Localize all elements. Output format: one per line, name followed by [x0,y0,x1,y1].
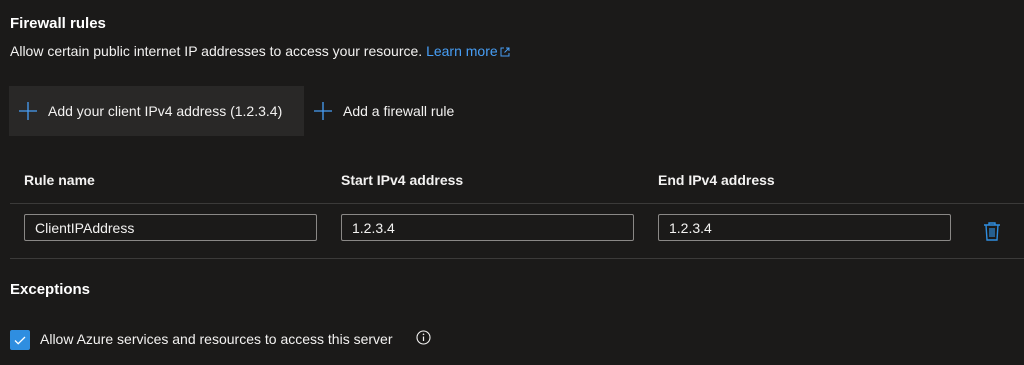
firewall-description-text: Allow certain public internet IP address… [10,43,423,59]
exceptions-title: Exceptions [10,281,91,298]
table-header-divider [10,203,1024,204]
firewall-rules-title: Firewall rules [10,15,106,32]
learn-more-label: Learn more [426,43,498,59]
add-firewall-rule-button[interactable]: Add a firewall rule [313,86,454,136]
external-link-icon [500,47,510,57]
checkmark-icon [14,336,26,345]
column-header-rule-name: Rule name [24,172,95,188]
trash-icon[interactable] [983,221,1001,241]
firewall-description: Allow certain public internet IP address… [10,43,510,59]
start-ip-input[interactable] [341,214,634,241]
allow-azure-checkbox[interactable] [10,330,30,350]
column-header-start-ip: Start IPv4 address [341,172,464,188]
plus-icon [314,102,332,120]
rule-name-input[interactable] [24,214,317,241]
column-header-end-ip: End IPv4 address [658,172,775,188]
add-firewall-rule-label: Add a firewall rule [343,103,455,119]
end-ip-input[interactable] [658,214,951,241]
add-client-ip-label: Add your client IPv4 address (1.2.3.4) [48,103,283,119]
info-icon[interactable] [416,330,431,345]
learn-more-link[interactable]: Learn more [426,43,510,59]
table-row-divider [10,258,1024,259]
add-client-ip-button[interactable]: Add your client IPv4 address (1.2.3.4) [9,86,304,136]
plus-icon [19,102,37,120]
allow-azure-label: Allow Azure services and resources to ac… [40,331,393,347]
